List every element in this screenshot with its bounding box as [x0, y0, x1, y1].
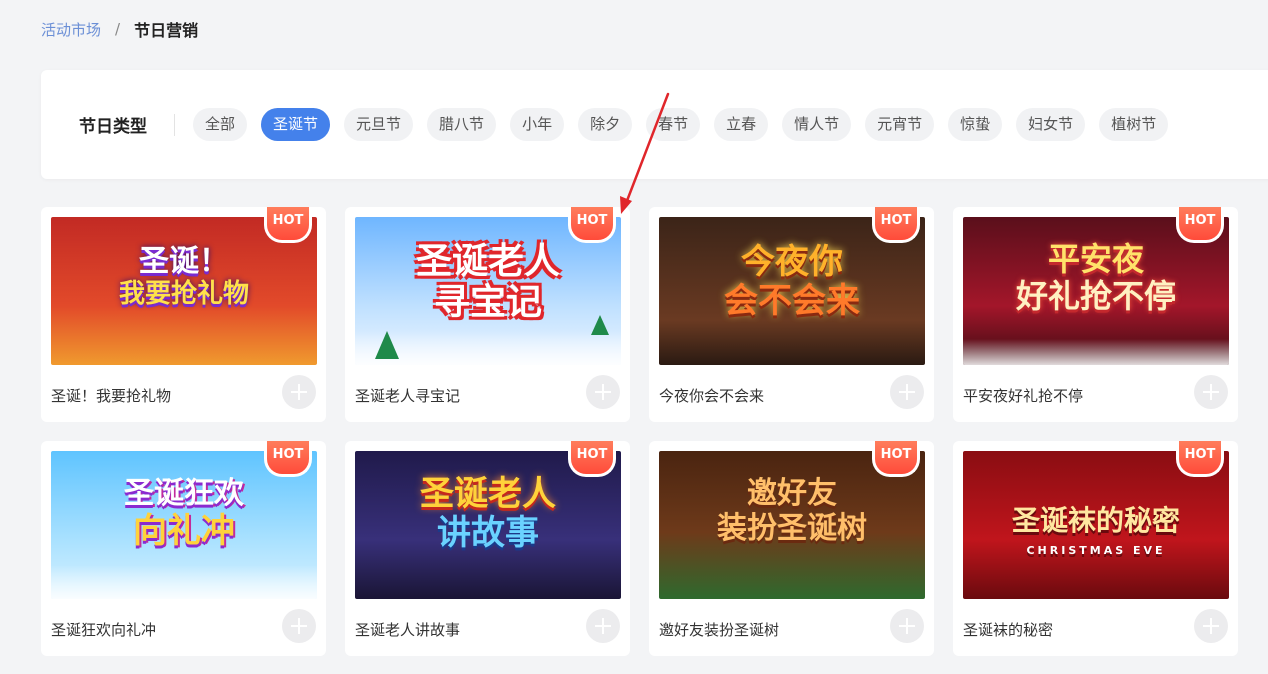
add-template-button[interactable]	[586, 375, 620, 409]
hot-badge: HOT	[872, 441, 920, 477]
hot-badge: HOT	[872, 207, 920, 243]
chip-lantern-festival[interactable]: 元宵节	[865, 108, 935, 141]
template-name: 圣诞！我要抢礼物	[51, 387, 172, 405]
template-card[interactable]: 邀好友 装扮圣诞树 HOT 邀好友装扮圣诞树	[649, 441, 934, 656]
template-name: 圣诞袜的秘密	[963, 621, 1054, 639]
hot-badge: HOT	[1176, 441, 1224, 477]
template-name: 平安夜好礼抢不停	[963, 387, 1084, 405]
chip-laba[interactable]: 腊八节	[427, 108, 497, 141]
add-template-button[interactable]	[282, 375, 316, 409]
chip-womens-day[interactable]: 妇女节	[1016, 108, 1086, 141]
snow-decoration	[51, 565, 317, 599]
add-template-button[interactable]	[1194, 375, 1228, 409]
filter-title: 节日类型	[79, 117, 147, 137]
add-template-button[interactable]	[1194, 609, 1228, 643]
chip-new-year[interactable]: 元旦节	[344, 108, 414, 141]
template-card[interactable]: 圣诞老人 讲故事 HOT 圣诞老人讲故事	[345, 441, 630, 656]
template-name: 今夜你会不会来	[659, 387, 765, 405]
chip-new-years-eve[interactable]: 除夕	[578, 108, 633, 141]
add-template-button[interactable]	[890, 609, 924, 643]
template-card[interactable]: 今夜你 会不会来 HOT 今夜你会不会来	[649, 207, 934, 422]
add-template-button[interactable]	[282, 609, 316, 643]
snow-decoration	[963, 339, 1229, 365]
tree-icon	[375, 331, 399, 359]
chip-awakening-of-insects[interactable]: 惊蛰	[948, 108, 1003, 141]
chip-start-of-spring[interactable]: 立春	[714, 108, 769, 141]
thumbnail-art-text: 平安夜 好礼抢不停	[1015, 240, 1176, 315]
filter-divider	[174, 114, 175, 136]
add-template-button[interactable]	[586, 609, 620, 643]
hot-badge: HOT	[264, 441, 312, 477]
thumbnail-art-text: 圣诞老人 讲故事	[420, 474, 556, 554]
breadcrumb-separator: /	[115, 20, 121, 38]
hot-badge: HOT	[568, 207, 616, 243]
holiday-filter-bar: 节日类型 全部 圣诞节 元旦节 腊八节 小年 除夕 春节 立春 情人节 元宵节 …	[41, 70, 1268, 179]
template-grid: 圣诞！ 我要抢礼物 HOT 圣诞！我要抢礼物 圣诞老人 寻宝记 HOT 圣诞老人…	[41, 207, 1238, 656]
template-name: 圣诞老人寻宝记	[355, 387, 461, 405]
holiday-chip-list: 全部 圣诞节 元旦节 腊八节 小年 除夕 春节 立春 情人节 元宵节 惊蛰 妇女…	[193, 108, 1169, 141]
chip-christmas[interactable]: 圣诞节	[261, 108, 331, 141]
template-card[interactable]: 平安夜 好礼抢不停 HOT 平安夜好礼抢不停	[953, 207, 1238, 422]
thumbnail-art-text: 圣诞！ 我要抢礼物	[118, 244, 249, 309]
breadcrumb: 活动市场 / 节日营销	[41, 18, 198, 40]
thumbnail-art-text: 圣诞袜的秘密 CHRISTMAS EVE	[1011, 504, 1180, 558]
hot-badge: HOT	[264, 207, 312, 243]
thumbnail-art-text: 今夜你 会不会来	[724, 242, 860, 322]
template-name: 邀好友装扮圣诞树	[659, 621, 780, 639]
chip-little-new-year[interactable]: 小年	[510, 108, 565, 141]
hot-badge: HOT	[1176, 207, 1224, 243]
template-name: 圣诞老人讲故事	[355, 621, 461, 639]
thumbnail-art-text: 圣诞老人 寻宝记	[415, 240, 560, 324]
add-template-button[interactable]	[890, 375, 924, 409]
breadcrumb-link-activity-market[interactable]: 活动市场	[41, 19, 101, 40]
template-card[interactable]: 圣诞老人 寻宝记 HOT 圣诞老人寻宝记	[345, 207, 630, 422]
template-name: 圣诞狂欢向礼冲	[51, 621, 157, 639]
template-card[interactable]: 圣诞狂欢 向礼冲 HOT 圣诞狂欢向礼冲	[41, 441, 326, 656]
chip-valentines[interactable]: 情人节	[782, 108, 852, 141]
chip-all[interactable]: 全部	[193, 108, 248, 141]
hot-badge: HOT	[568, 441, 616, 477]
chip-arbor-day[interactable]: 植树节	[1099, 108, 1169, 141]
chip-spring-festival[interactable]: 春节	[646, 108, 701, 141]
breadcrumb-current-page: 节日营销	[134, 21, 199, 40]
template-card[interactable]: 圣诞袜的秘密 CHRISTMAS EVE HOT 圣诞袜的秘密	[953, 441, 1238, 656]
template-card[interactable]: 圣诞！ 我要抢礼物 HOT 圣诞！我要抢礼物	[41, 207, 326, 422]
thumbnail-art-text: 圣诞狂欢 向礼冲	[124, 476, 244, 551]
thumbnail-art-text: 邀好友 装扮圣诞树	[717, 476, 867, 546]
